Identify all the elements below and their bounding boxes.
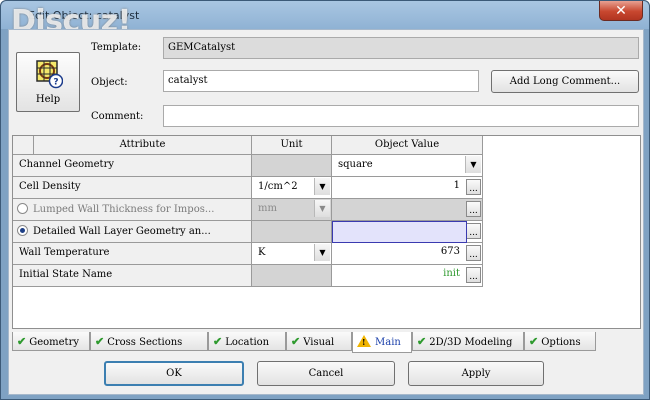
tab-options[interactable]: ✔ Options — [524, 332, 596, 351]
row-cell-density-attribute: Cell Density — [13, 177, 252, 199]
tab-label: Cross Sections — [107, 337, 183, 348]
tab-cross-sections[interactable]: ✔ Cross Sections — [90, 332, 208, 351]
tab-main[interactable]: ! Main — [352, 332, 412, 353]
ellipsis-button[interactable]: ... — [466, 201, 481, 217]
template-field: GEMCatalyst — [163, 37, 639, 59]
tab-label: Location — [225, 337, 270, 348]
channel-geometry-value: square — [338, 159, 373, 170]
ok-button[interactable]: OK — [104, 361, 244, 386]
lumped-wall-radio[interactable] — [17, 203, 28, 214]
initial-state-unit — [252, 265, 332, 287]
dialog-body: ? Help Template: GEMCatalyst Object: cat… — [8, 29, 644, 395]
tab-geometry[interactable]: ✔ Geometry — [12, 332, 90, 351]
detailed-wall-button-cell: ... — [467, 221, 483, 243]
wall-temperature-unit: K — [258, 247, 266, 258]
ellipsis-button[interactable]: ... — [466, 179, 481, 195]
comment-label: Comment: — [91, 111, 144, 122]
row-wall-temperature-attribute: Wall Temperature — [13, 243, 252, 265]
tab-location[interactable]: ✔ Location — [208, 332, 286, 351]
title-bar[interactable]: Edit Object: catalyst Discuz! ✕ — [1, 1, 649, 39]
ellipsis-button[interactable]: ... — [467, 223, 481, 239]
svg-text:?: ? — [53, 78, 58, 88]
wall-temperature-value-cell[interactable]: 673 ... — [332, 243, 483, 265]
ellipsis-button[interactable]: ... — [466, 245, 481, 261]
tab-label: 2D/3D Modeling — [429, 337, 513, 348]
chevron-down-icon[interactable]: ▼ — [465, 156, 481, 173]
header-object-value: Object Value — [332, 136, 483, 155]
channel-geometry-select[interactable]: square ▼ — [332, 155, 483, 177]
wall-temperature-unit-select[interactable]: K ▼ — [252, 243, 332, 265]
tab-label: Visual — [303, 337, 335, 348]
row-channel-geometry-attribute: Channel Geometry — [13, 155, 252, 177]
tab-2d-3d-modeling[interactable]: ✔ 2D/3D Modeling — [412, 332, 524, 351]
warning-icon: ! — [357, 335, 371, 347]
attribute-table: Attribute Unit Object Value Channel Geom… — [12, 135, 641, 329]
cell-density-unit-select[interactable]: 1/cm^2 ▼ — [252, 177, 332, 199]
chevron-down-icon: ▼ — [314, 200, 330, 217]
apply-button[interactable]: Apply — [408, 361, 544, 386]
cell-density-unit: 1/cm^2 — [258, 181, 298, 192]
detailed-wall-value-cell[interactable] — [332, 221, 467, 243]
cell-density-value: 1 — [453, 180, 460, 191]
add-long-comment-button[interactable]: Add Long Comment... — [491, 70, 639, 93]
tab-label: Geometry — [29, 337, 79, 348]
tab-visual[interactable]: ✔ Visual — [286, 332, 352, 351]
ellipsis-button[interactable]: ... — [466, 267, 481, 283]
help-grid-icon: ? — [36, 60, 63, 89]
comment-input[interactable] — [163, 105, 639, 127]
check-icon: ✔ — [417, 335, 427, 348]
close-icon: ✕ — [615, 2, 627, 19]
help-label: Help — [35, 94, 61, 105]
check-icon: ✔ — [529, 335, 539, 348]
check-icon: ✔ — [291, 335, 301, 348]
cell-density-value-cell[interactable]: 1 ... — [332, 177, 483, 199]
tab-strip: ✔ Geometry ✔ Cross Sections ✔ Location ✔ Vis… — [12, 332, 641, 353]
lumped-wall-value-cell: ... — [332, 199, 483, 221]
initial-state-value-cell[interactable]: init ... — [332, 265, 483, 287]
detailed-wall-unit — [252, 221, 332, 243]
wall-temperature-value: 673 — [440, 246, 460, 257]
row-initial-state-attribute: Initial State Name — [13, 265, 252, 287]
header-attribute: Attribute — [34, 136, 252, 155]
table-corner — [13, 136, 34, 155]
check-icon: ✔ — [95, 335, 105, 348]
tab-label: Options — [541, 337, 581, 348]
help-button[interactable]: ? Help — [16, 52, 80, 112]
object-name-input[interactable]: catalyst — [163, 70, 479, 92]
check-icon: ✔ — [17, 335, 27, 348]
chevron-down-icon[interactable]: ▼ — [314, 244, 330, 261]
cancel-button[interactable]: Cancel — [257, 361, 395, 386]
header-unit: Unit — [252, 136, 332, 155]
tab-label: Main — [375, 337, 401, 348]
check-icon: ✔ — [213, 335, 223, 348]
row-lumped-wall-thickness[interactable]: Lumped Wall Thickness for Impos... — [13, 199, 252, 221]
template-label: Template: — [91, 42, 142, 53]
object-label: Object: — [91, 77, 128, 88]
row-detailed-wall-layer[interactable]: Detailed Wall Layer Geometry an... — [13, 221, 252, 243]
lumped-wall-attribute: Lumped Wall Thickness for Impos... — [33, 204, 215, 215]
edit-object-window: Edit Object: catalyst Discuz! ✕ ? Help T… — [0, 0, 650, 400]
lumped-wall-unit-select: mm ▼ — [252, 199, 332, 221]
detailed-wall-radio[interactable] — [17, 225, 28, 236]
lumped-wall-unit: mm — [258, 203, 277, 214]
initial-state-value: init — [443, 268, 460, 279]
close-button[interactable]: ✕ — [599, 1, 643, 21]
row-channel-geometry-unit — [252, 155, 332, 177]
detailed-wall-attribute: Detailed Wall Layer Geometry an... — [33, 226, 211, 237]
chevron-down-icon[interactable]: ▼ — [314, 178, 330, 195]
